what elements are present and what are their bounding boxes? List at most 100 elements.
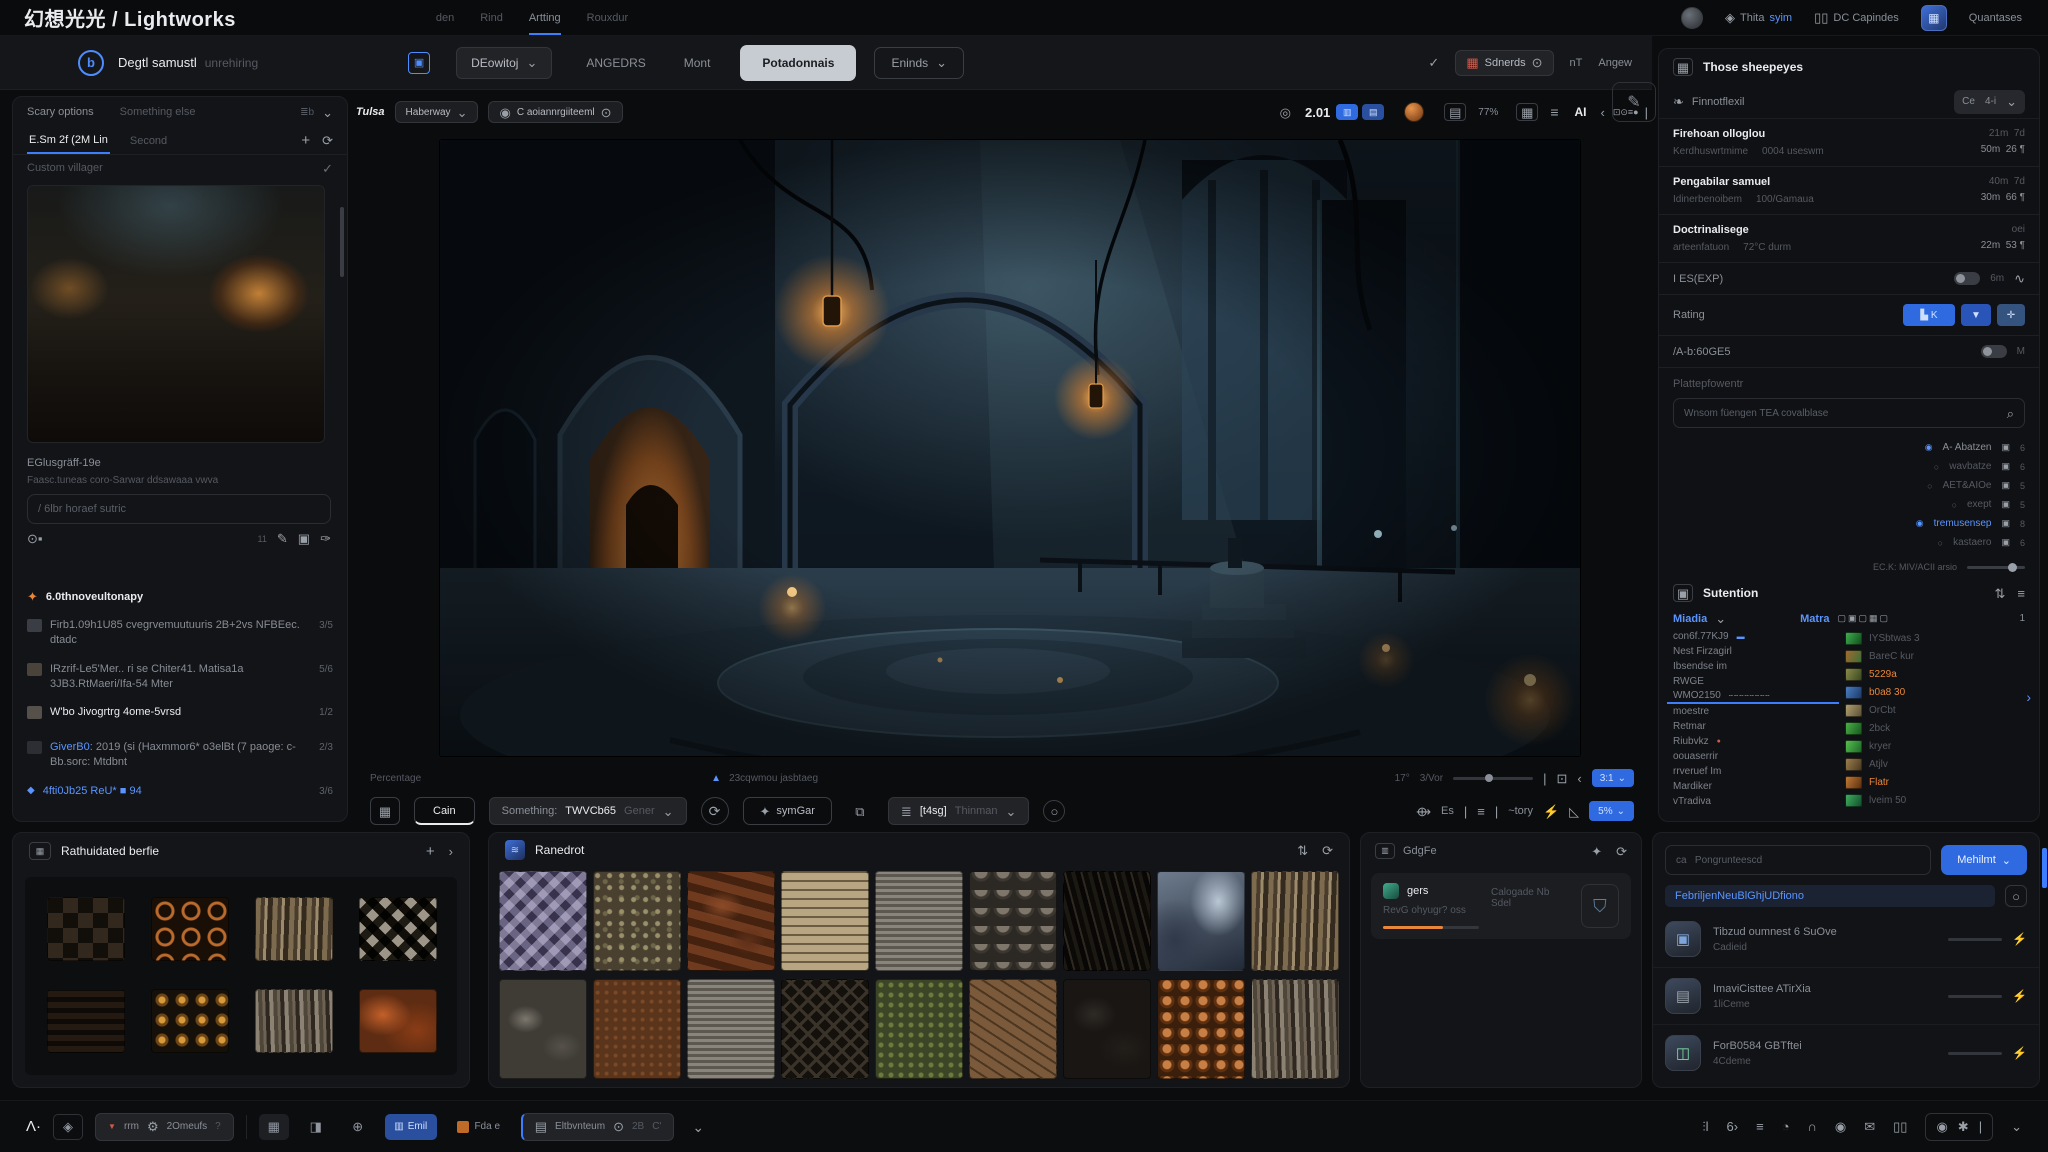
selection-row[interactable]: RWGE bbox=[1667, 674, 1839, 689]
chevron-expand-icon[interactable]: ⌄ bbox=[692, 1120, 704, 1134]
channel-row[interactable]: ◉ tremusensep ▣ 8 bbox=[1673, 514, 2025, 533]
capture-group[interactable]: ◉ ✱ | bbox=[1925, 1113, 1993, 1141]
view-dropdown-b[interactable]: ◉ C aoiannrgiiteeml ⊙ bbox=[488, 101, 622, 123]
table-right-header[interactable]: Matra bbox=[1800, 613, 1829, 625]
ce-button[interactable]: Ce bbox=[1962, 96, 1975, 107]
property-group[interactable]: Doctrinalisege arteenfatuon 72°C durm oe… bbox=[1659, 215, 2039, 263]
tasks-link[interactable]: FebriljenNeuBlGhjUDfiono bbox=[1665, 885, 1995, 907]
add-icon[interactable]: + bbox=[426, 844, 435, 859]
material-sphere-icon[interactable] bbox=[1404, 102, 1424, 122]
texture-swatch[interactable] bbox=[1251, 979, 1339, 1079]
tab-primary[interactable]: E.Sm 2f (2M Lin bbox=[27, 128, 110, 154]
thinman-group[interactable]: ≣ [t4sg] Thinman ⌄ bbox=[888, 797, 1030, 825]
chat-icon[interactable]: ✉ bbox=[1864, 1120, 1875, 1133]
panel-header-a[interactable]: Scary options bbox=[27, 106, 94, 118]
version-chip-a[interactable]: ▥ bbox=[1336, 104, 1358, 120]
ratio-chip[interactable]: 3:1 ⌄ bbox=[1592, 769, 1634, 787]
play-icon[interactable]: ▲ bbox=[711, 773, 721, 784]
regenerate-icon[interactable]: ⟳ bbox=[701, 797, 729, 825]
refresh-icon[interactable]: ⟳ bbox=[1322, 844, 1333, 857]
material-row[interactable]: 2bck bbox=[1839, 719, 2026, 737]
queue-card[interactable]: gers RevG ohyugr? oss Calogade Nb Sdel ⛉ bbox=[1371, 873, 1631, 939]
tory-chip[interactable]: ~tory bbox=[1508, 805, 1533, 817]
selection-row[interactable]: moestre bbox=[1667, 704, 1839, 719]
brush-icon[interactable]: ✑ bbox=[320, 532, 331, 545]
doc-tool-icon[interactable]: ◨ bbox=[301, 1114, 331, 1140]
texture-swatch[interactable] bbox=[151, 989, 229, 1053]
product-link[interactable]: Quantases bbox=[1969, 12, 2022, 24]
org-menu[interactable]: ▯▯ DC Capindes bbox=[1814, 11, 1899, 24]
material-row[interactable]: Flatr bbox=[1839, 773, 2026, 791]
texture-swatch[interactable] bbox=[875, 979, 963, 1079]
menu-icon[interactable]: ≡ bbox=[1550, 105, 1558, 119]
check-icon[interactable]: ✓ bbox=[322, 162, 333, 175]
zoom-level[interactable]: 77% bbox=[1478, 107, 1498, 118]
texture-swatch[interactable] bbox=[593, 871, 681, 971]
texture-swatch[interactable] bbox=[1063, 979, 1151, 1079]
symgar-button[interactable]: ✦ symGar bbox=[743, 797, 832, 825]
texture-swatch[interactable] bbox=[255, 989, 333, 1053]
panel-header-b[interactable]: Something else bbox=[120, 106, 196, 118]
history-item[interactable]: ◆ 4fti0Jb25 ReU* ■ 94 3/6 bbox=[17, 777, 343, 806]
lock-icon[interactable]: ▣ bbox=[2001, 500, 2010, 509]
refresh-icon[interactable]: ⟳ bbox=[1616, 845, 1627, 858]
material-row[interactable]: Atjlv bbox=[1839, 755, 2026, 773]
rating-button-b[interactable]: ▼ bbox=[1961, 304, 1991, 326]
material-row[interactable]: 5229a bbox=[1839, 665, 2026, 683]
add-history-row[interactable]: ✦ 6.0thnoveultonapy bbox=[27, 589, 143, 605]
strength-slider[interactable] bbox=[1967, 566, 2025, 569]
selection-row[interactable]: rrveruef Im bbox=[1667, 764, 1839, 779]
model-group[interactable]: Something: TWVCb65 Gener ⌄ bbox=[489, 797, 687, 825]
toggle-switch[interactable] bbox=[1954, 272, 1980, 285]
channel-row[interactable]: ○ AET&AIOe ▣ 5 bbox=[1673, 476, 2025, 495]
wedge-icon[interactable]: ◺ bbox=[1569, 805, 1579, 818]
app-switcher-icon[interactable]: ▦ bbox=[1921, 5, 1947, 31]
image-icon[interactable]: ▣ bbox=[298, 532, 310, 545]
filter-icons[interactable]: ▢▣▢▦▢ bbox=[1837, 614, 1890, 623]
camera-toggle-icon[interactable]: ⊙▪ bbox=[27, 532, 43, 545]
texture-swatch[interactable] bbox=[1063, 871, 1151, 971]
texture-swatch[interactable] bbox=[1251, 871, 1339, 971]
task-item[interactable]: ▤ ImaviCisttee ATirXia 1liCeme ⚡ bbox=[1653, 968, 2039, 1025]
selection-row[interactable]: vTradiva bbox=[1667, 794, 1839, 809]
chevron-down-icon[interactable]: ⌄ bbox=[322, 106, 333, 119]
texture-swatch[interactable] bbox=[1157, 979, 1245, 1079]
texture-swatch[interactable] bbox=[687, 871, 775, 971]
ai-button[interactable]: AI bbox=[1574, 105, 1586, 119]
pen-icon[interactable]: ✎ bbox=[277, 532, 288, 545]
secondary-action-button[interactable]: Eninds ⌄ bbox=[874, 47, 964, 79]
list-icon[interactable]: ≡ bbox=[2017, 587, 2025, 600]
chevron-left-icon[interactable]: ‹ bbox=[1600, 106, 1604, 119]
selection-row[interactable]: Nest Firzagirl bbox=[1667, 644, 1839, 659]
channel-row[interactable]: ○ kastaero ▣ 6 bbox=[1673, 533, 2025, 552]
scene-thumbnail[interactable] bbox=[27, 185, 325, 443]
layout-icon[interactable]: ▤ bbox=[1444, 103, 1466, 121]
snap-chip[interactable]: ▦ Sdnerds ⊙ bbox=[1455, 50, 1553, 76]
task-item[interactable]: ◫ ForB0584 GBTftei 4Cdeme ⚡ bbox=[1653, 1025, 2039, 1081]
history-item[interactable]: W'bo Jivogrtrg 4ome-5vrsd 1/2 bbox=[17, 698, 343, 727]
channel-row[interactable]: ◉ A- Abatzen ▣ 6 bbox=[1673, 438, 2025, 457]
table-left-header[interactable]: Miadia bbox=[1673, 613, 1707, 625]
tool-corner-button[interactable]: ✎ bbox=[1612, 82, 1656, 122]
headset-icon[interactable]: ∩ bbox=[1808, 1120, 1817, 1133]
selection-row[interactable]: Retmar bbox=[1667, 719, 1839, 734]
history-item-link[interactable]: GiverB0: bbox=[50, 741, 93, 753]
texture-swatch[interactable] bbox=[1157, 871, 1245, 971]
lock-icon[interactable]: ▣ bbox=[2001, 538, 2010, 547]
texture-swatch[interactable] bbox=[499, 871, 587, 971]
texture-view-icon[interactable]: ▦ bbox=[1516, 103, 1538, 121]
toolbar-button-mont[interactable]: Mont bbox=[684, 56, 711, 70]
sort-icon[interactable]: ⇅ bbox=[1297, 844, 1308, 857]
property-group[interactable]: Pengabilar samuel Idinerbenoibem 100/Gam… bbox=[1659, 167, 2039, 215]
bell-icon[interactable]: ◔ bbox=[1782, 1120, 1790, 1133]
history-item[interactable]: GiverB0: 2019 (si (Haxmmor6* o3elBt (7 p… bbox=[17, 733, 343, 777]
circle-icon[interactable]: ○ bbox=[2005, 885, 2027, 907]
toolbar-button-angedrs[interactable]: ANGEDRS bbox=[586, 56, 645, 70]
frame-icon[interactable]: ▣ bbox=[408, 52, 430, 74]
tab-secondary[interactable]: Second bbox=[130, 135, 167, 147]
mini-slider[interactable] bbox=[1453, 777, 1533, 780]
nt-button[interactable]: nT bbox=[1570, 57, 1583, 69]
grid-tool-button[interactable]: ▦ bbox=[370, 797, 400, 825]
lock-icon[interactable]: ▣ bbox=[2001, 519, 2010, 528]
chevron-down-icon[interactable]: ⌄ bbox=[2006, 95, 2017, 108]
